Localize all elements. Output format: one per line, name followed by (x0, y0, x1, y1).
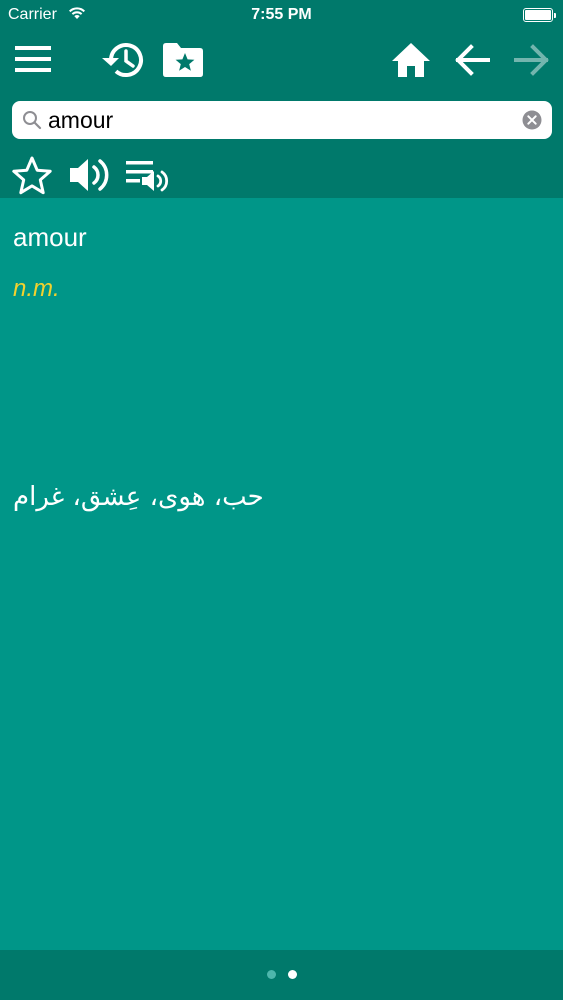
history-icon[interactable] (98, 38, 146, 82)
star-icon[interactable] (10, 154, 54, 196)
favorites-folder-icon[interactable] (160, 38, 206, 82)
home-icon[interactable] (388, 38, 434, 82)
forward-arrow-icon[interactable] (510, 40, 554, 80)
status-bar: Carrier 7:55 PM (0, 0, 563, 30)
page-dot-1[interactable] (267, 970, 276, 979)
search-icon (22, 110, 42, 135)
clear-search-icon[interactable] (522, 110, 542, 135)
clock-label: 7:55 PM (251, 6, 312, 23)
search-bar (12, 101, 552, 139)
translation-text: حب، هوى، عِشق، غرام (13, 482, 264, 512)
menu-icon[interactable] (10, 42, 56, 76)
page-indicator (0, 950, 563, 1000)
playlist-audio-icon[interactable] (122, 154, 172, 196)
search-input[interactable] (48, 105, 518, 135)
toolbar (0, 30, 563, 198)
headword: amour (13, 222, 87, 252)
definition-panel: amour n.m. حب، هوى، عِشق، غرام (0, 198, 563, 950)
part-of-speech: n.m. (13, 275, 60, 302)
back-arrow-icon[interactable] (450, 40, 494, 80)
battery-icon (523, 8, 556, 22)
speaker-icon[interactable] (66, 154, 114, 196)
page-dot-2[interactable] (288, 970, 297, 979)
